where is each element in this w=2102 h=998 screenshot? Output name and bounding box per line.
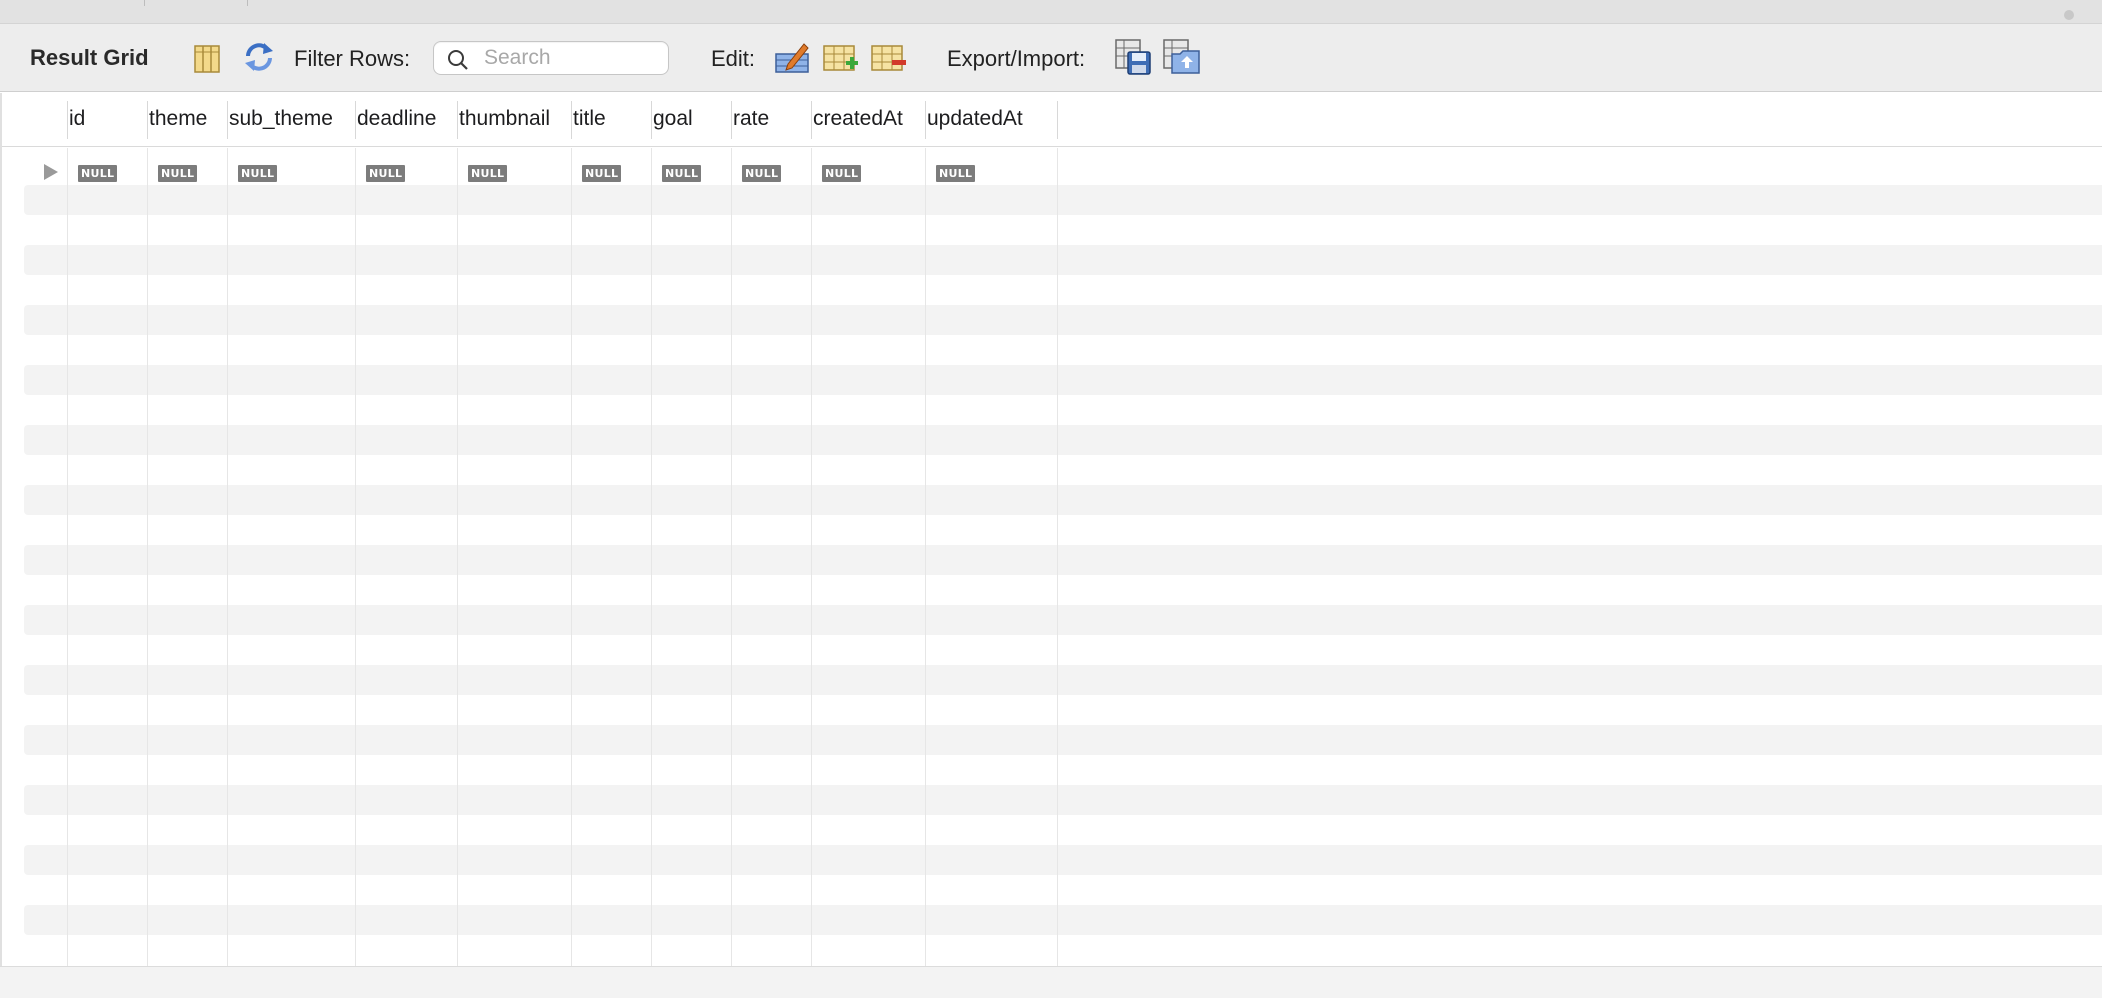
grid-footer	[0, 966, 2102, 998]
cell-updatedat[interactable]: NULL	[936, 165, 976, 182]
cell-goal[interactable]: NULL	[662, 165, 702, 182]
column-layout-icon[interactable]	[190, 42, 224, 76]
column-header-theme[interactable]: theme	[149, 107, 207, 131]
export-import-label: Export/Import:	[947, 46, 1086, 71]
column-separator[interactable]	[457, 101, 458, 139]
column-separator[interactable]	[355, 101, 356, 139]
grid-empty-row[interactable]	[24, 485, 2102, 515]
filter-rows-label: Filter Rows:	[294, 46, 411, 71]
cell-theme[interactable]: NULL	[158, 165, 198, 182]
tab-stub-left[interactable]	[0, 0, 145, 6]
column-separator[interactable]	[1057, 101, 1058, 139]
edit-row-icon[interactable]	[774, 40, 810, 76]
column-gridline	[731, 148, 732, 966]
column-gridline	[147, 148, 148, 966]
tab-stub-right[interactable]	[145, 0, 248, 6]
column-gridline	[811, 148, 812, 966]
column-separator[interactable]	[147, 101, 148, 139]
column-header-rate[interactable]: rate	[733, 107, 769, 131]
column-separator[interactable]	[731, 101, 732, 139]
column-gridline	[571, 148, 572, 966]
window-dot-icon	[2064, 10, 2074, 20]
column-gridline	[67, 148, 68, 966]
cell-thumbnail[interactable]: NULL	[468, 165, 508, 182]
grid-empty-row[interactable]	[24, 425, 2102, 455]
cell-createdat[interactable]: NULL	[822, 165, 862, 182]
refresh-icon[interactable]	[242, 40, 276, 74]
column-separator[interactable]	[67, 101, 68, 139]
column-gridline	[1057, 148, 1058, 966]
search-input[interactable]	[484, 45, 664, 71]
result-grid[interactable]: id theme sub_theme deadline thumbnail ti…	[0, 93, 2102, 966]
column-gridline	[925, 148, 926, 966]
column-separator[interactable]	[811, 101, 812, 139]
column-gridline	[227, 148, 228, 966]
cell-sub-theme[interactable]: NULL	[238, 165, 278, 182]
grid-empty-row[interactable]	[24, 245, 2102, 275]
column-gridline	[651, 148, 652, 966]
current-row-arrow-icon	[44, 164, 58, 180]
grid-empty-row[interactable]	[24, 365, 2102, 395]
column-separator[interactable]	[651, 101, 652, 139]
column-separator[interactable]	[925, 101, 926, 139]
column-header-goal[interactable]: goal	[653, 107, 693, 131]
column-header-sub-theme[interactable]: sub_theme	[229, 107, 333, 131]
grid-header-row: id theme sub_theme deadline thumbnail ti…	[2, 93, 2102, 147]
column-header-thumbnail[interactable]: thumbnail	[459, 107, 550, 131]
grid-empty-row[interactable]	[24, 905, 2102, 935]
cell-rate[interactable]: NULL	[742, 165, 782, 182]
delete-row-icon[interactable]	[870, 42, 908, 76]
column-header-id[interactable]: id	[69, 107, 85, 131]
column-header-updatedat[interactable]: updatedAt	[927, 107, 1023, 131]
column-gridline	[457, 148, 458, 966]
cell-deadline[interactable]: NULL	[366, 165, 406, 182]
grid-empty-row[interactable]	[24, 605, 2102, 635]
column-header-title[interactable]: title	[573, 107, 606, 131]
column-gridline	[355, 148, 356, 966]
grid-empty-row[interactable]	[24, 665, 2102, 695]
grid-body[interactable]: NULL NULL NULL NULL NULL NULL NULL NULL …	[2, 148, 2102, 966]
result-grid-title: Result Grid	[30, 45, 149, 70]
cell-id[interactable]: NULL	[78, 165, 118, 182]
search-icon	[448, 50, 468, 70]
column-separator[interactable]	[227, 101, 228, 139]
cell-title[interactable]: NULL	[582, 165, 622, 182]
result-grid-toolbar: Result Grid Filter Rows: Edit:	[0, 24, 2102, 92]
grid-empty-row[interactable]	[24, 305, 2102, 335]
import-icon[interactable]	[1162, 38, 1202, 76]
grid-empty-row[interactable]	[24, 545, 2102, 575]
column-separator[interactable]	[571, 101, 572, 139]
edit-label: Edit:	[711, 46, 756, 71]
grid-empty-row[interactable]	[24, 725, 2102, 755]
top-tab-strip	[0, 0, 2102, 24]
grid-empty-row[interactable]	[24, 185, 2102, 215]
grid-empty-row[interactable]	[24, 845, 2102, 875]
add-row-icon[interactable]	[822, 42, 860, 76]
column-header-createdat[interactable]: createdAt	[813, 107, 903, 131]
filter-search-field[interactable]	[433, 41, 669, 75]
export-save-icon[interactable]	[1114, 38, 1152, 76]
grid-empty-row[interactable]	[24, 785, 2102, 815]
column-header-deadline[interactable]: deadline	[357, 107, 436, 131]
